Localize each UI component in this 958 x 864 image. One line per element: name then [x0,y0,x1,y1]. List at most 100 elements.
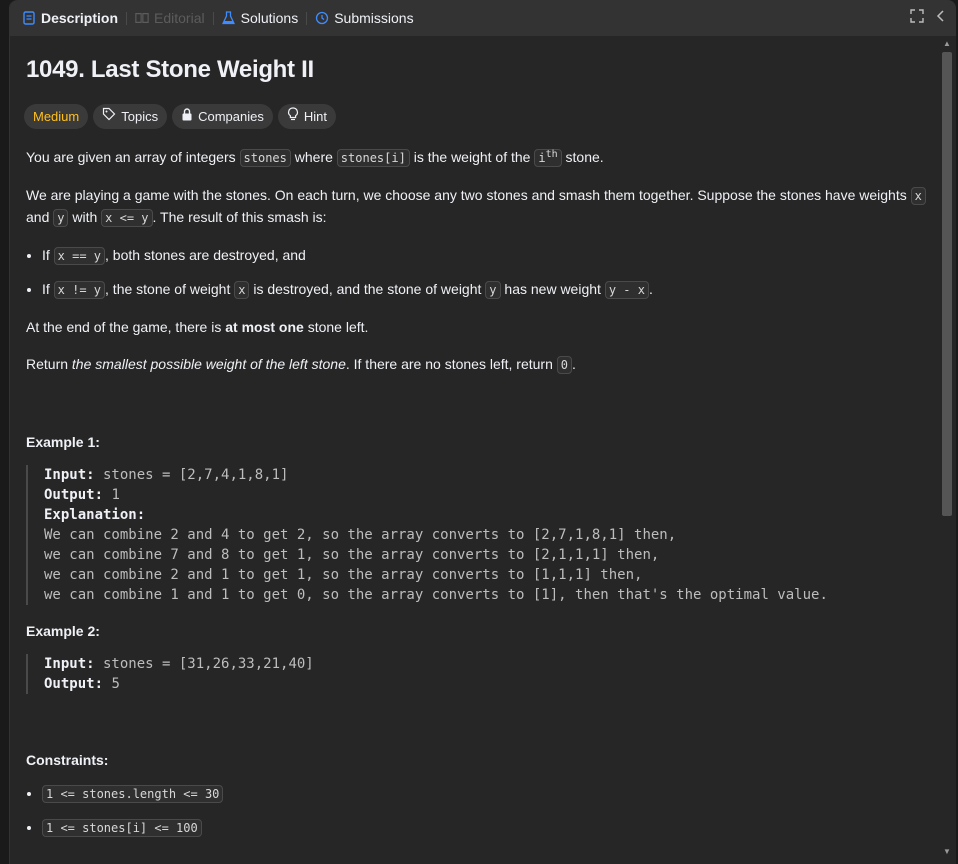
inline-code: stones[i] [336,149,410,167]
explanation-line: we can combine 1 and 1 to get 0, so the … [44,587,828,603]
italic-text: the smallest possible weight of the left… [71,356,346,372]
explanation-line: we can combine 2 and 1 to get 1, so the … [44,567,643,583]
text: , both stones are destroyed, and [105,247,306,263]
inline-code: x != y [53,281,106,299]
text: i [538,151,546,165]
input-value: stones = [2,7,4,1,8,1] [94,467,289,483]
problem-panel: Description Editorial Solutions Submissi… [9,0,956,864]
text: is the weight of the [409,149,535,165]
problem-title: 1049. Last Stone Weight II [26,56,314,83]
text: and [26,209,54,225]
inline-code: 1 <= stones[i] <= 100 [42,819,202,837]
scroll-up-arrow-icon[interactable]: ▲ [941,38,953,50]
tab-submissions[interactable]: Submissions [315,10,414,26]
input-value: stones = [31,26,33,21,40] [94,656,314,672]
tab-description[interactable]: Description [22,10,118,26]
inline-code: x [910,187,926,205]
paragraph-intro: You are given an array of integers stone… [26,144,926,169]
list-item: If x != y, the stone of weight x is dest… [42,279,926,301]
companies-label: Companies [198,109,264,124]
text: . If there are no stones left, return [345,356,557,372]
paragraph-end: At the end of the game, there is at most… [26,317,926,338]
explanation-line: We can combine 2 and 4 to get 2, so the … [44,527,677,543]
text: If [42,281,54,297]
text: If [42,247,54,263]
history-icon [315,11,329,25]
example-1-block: Input: stones = [2,7,4,1,8,1] Output: 1 … [26,465,926,605]
text: stone left. [303,319,369,335]
output-label: Output: [44,487,104,503]
example-2-block: Input: stones = [31,26,33,21,40] Output:… [26,654,926,694]
text: You are given an array of integers [26,149,240,165]
inline-code: y [485,281,501,299]
example-2-title: Example 2: [26,623,100,639]
text: , the stone of weight [105,281,235,297]
inline-code: x <= y [101,209,153,227]
input-label: Input: [44,467,95,483]
difficulty-label: Medium [33,109,80,124]
text: stone. [561,149,604,165]
flask-icon [222,11,236,25]
text: . [571,356,576,372]
tab-divider [126,11,128,25]
tab-editorial[interactable]: Editorial [135,10,205,26]
output-label: Output: [44,676,104,692]
topics-button[interactable]: Topics [93,104,168,129]
description-content: 1049. Last Stone Weight II Medium Topics… [10,36,940,864]
tab-bar: Description Editorial Solutions Submissi… [10,0,956,36]
vertical-scrollbar[interactable]: ▲ ▼ [941,36,953,864]
text: . The result of this smash is: [152,209,327,225]
book-icon [135,11,149,25]
difficulty-badge: Medium [24,104,89,129]
example-1-title: Example 1: [26,434,100,450]
inline-code: 0 [556,356,572,374]
constraints-title: Constraints: [26,752,109,768]
constraint-item: 1 <= stones.length <= 30 [42,783,926,805]
text: Return [26,356,72,372]
paragraph-game: We are playing a game with the stones. O… [26,185,926,229]
text: is destroyed, and the stone of weight [249,281,486,297]
inline-code: 1 <= stones.length <= 30 [42,785,224,803]
tab-label: Editorial [154,10,205,26]
tab-label: Description [41,10,119,26]
tag-row: Medium Topics Companies Hint [24,104,336,129]
text: At the end of the game, there is [26,319,226,335]
input-label: Input: [44,656,95,672]
text: where [290,149,337,165]
problem-statement: You are given an array of integers stone… [26,144,926,855]
fullscreen-icon[interactable] [910,9,924,26]
paragraph-return: Return the smallest possible weight of t… [26,354,926,376]
text: . [648,281,653,297]
document-icon [22,11,36,25]
tab-divider [212,11,214,25]
topics-label: Topics [121,109,159,124]
output-value: 1 [103,487,120,503]
inline-code: x == y [53,247,106,265]
hint-label: Hint [303,109,327,124]
chevron-left-icon[interactable] [936,9,946,26]
scrollbar-thumb[interactable] [942,52,952,516]
constraints-list: 1 <= stones.length <= 30 1 <= stones[i] … [26,783,926,839]
inline-code: y - x [604,281,649,299]
constraint-item: 1 <= stones[i] <= 100 [42,817,926,839]
companies-button[interactable]: Companies [172,104,273,129]
explanation-line: we can combine 7 and 8 to get 1, so the … [44,547,660,563]
tab-solutions[interactable]: Solutions [222,10,299,26]
inline-code: x [234,281,250,299]
tab-label: Submissions [334,10,414,26]
hint-button[interactable]: Hint [277,104,336,129]
text: with [68,209,102,225]
lock-icon [181,106,193,127]
inline-code: y [53,209,69,227]
panel-actions [910,9,946,26]
output-value: 5 [103,676,120,692]
text: We are playing a game with the stones. O… [26,187,911,203]
inline-code: ith [534,149,562,167]
rules-list: If x == y, both stones are destroyed, an… [26,245,926,301]
scroll-down-arrow-icon[interactable]: ▼ [941,846,953,858]
list-item: If x == y, both stones are destroyed, an… [42,245,926,267]
tab-label: Solutions [240,10,299,26]
tag-icon [102,106,116,127]
